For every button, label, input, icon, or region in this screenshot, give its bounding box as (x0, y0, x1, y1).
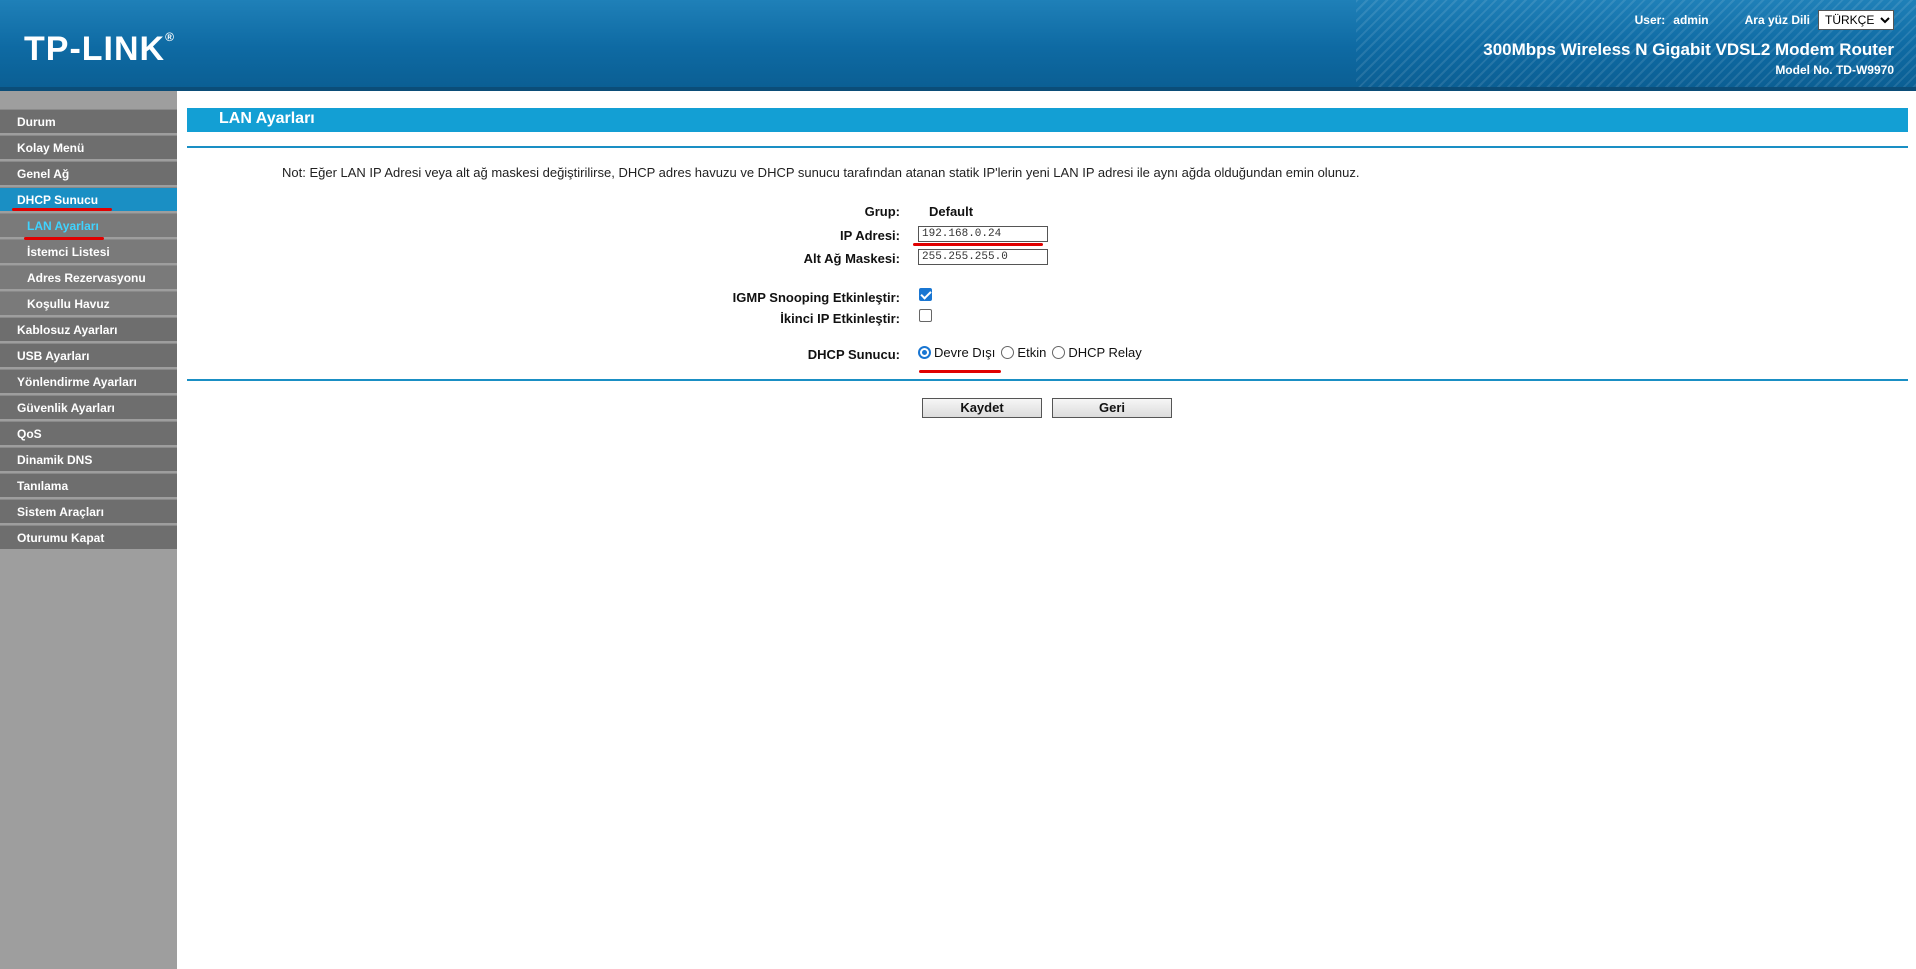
sidebar-item-oturumu-kapat[interactable]: Oturumu Kapat (0, 525, 177, 549)
sidebar-subitem-adres-rezervasyonu[interactable]: Adres Rezervasyonu (0, 265, 177, 289)
second-ip-label: İkinci IP Etkinleştir: (780, 311, 900, 326)
annotation-underline-dhcp-disabled (919, 370, 1001, 373)
dhcp-relay-label: DHCP Relay (1068, 345, 1142, 360)
sidebar-item-dinamik-dns[interactable]: Dinamik DNS (0, 447, 177, 471)
sidebar-item-kablosuz-ayarlari[interactable]: Kablosuz Ayarları (0, 317, 177, 341)
sidebar-item-tanilama[interactable]: Tanılama (0, 473, 177, 497)
second-ip-checkbox[interactable] (919, 309, 932, 322)
dhcp-server-options: Devre Dışı Etkin DHCP Relay (918, 345, 1148, 360)
back-button[interactable]: Geri (1052, 398, 1172, 418)
subnet-mask-label: Alt Ağ Maskesi: (803, 251, 900, 266)
dhcp-disabled-radio[interactable] (918, 346, 931, 359)
sidebar-item-guvenlik-ayarlari[interactable]: Güvenlik Ayarları (0, 395, 177, 419)
product-name: 300Mbps Wireless N Gigabit VDSL2 Modem R… (1483, 40, 1894, 59)
subnet-mask-input[interactable]: 255.255.255.0 (918, 249, 1048, 265)
sidebar-subitem-istemci-listesi[interactable]: İstemci Listesi (0, 239, 177, 263)
annotation-underline-lan (24, 237, 104, 240)
sidebar-item-yonlendirme-ayarlari[interactable]: Yönlendirme Ayarları (0, 369, 177, 393)
sidebar: Durum Kolay Menü Genel Ağ DHCP Sunucu LA… (0, 91, 177, 969)
annotation-underline-ip (913, 243, 1043, 246)
dhcp-enabled-label: Etkin (1017, 345, 1047, 360)
sidebar-item-sistem-araclari[interactable]: Sistem Araçları (0, 499, 177, 523)
divider-bottom (187, 379, 1908, 381)
dhcp-server-label: DHCP Sunucu: (807, 347, 900, 362)
language-select[interactable]: TÜRKÇE (1818, 10, 1894, 30)
header: TP-LINK® User: admin Ara yüz Dili TÜRKÇE… (0, 0, 1916, 91)
sidebar-subitem-kosullu-havuz[interactable]: Koşullu Havuz (0, 291, 177, 315)
note-text: Not: Eğer LAN IP Adresi veya alt ağ mask… (282, 165, 1360, 180)
dhcp-relay-radio[interactable] (1052, 346, 1066, 359)
dhcp-enabled-radio[interactable] (1001, 346, 1015, 359)
ip-address-input[interactable]: 192.168.0.24 (918, 226, 1048, 242)
igmp-snooping-checkbox[interactable] (919, 288, 932, 301)
sidebar-item-kolay-menu[interactable]: Kolay Menü (0, 135, 177, 159)
divider-top (187, 146, 1908, 148)
annotation-underline-dhcp (12, 208, 112, 211)
user-bar: User: admin Ara yüz Dili TÜRKÇE (1635, 10, 1894, 30)
ip-address-label: IP Adresi: (840, 228, 900, 243)
igmp-snooping-label: IGMP Snooping Etkinleştir: (732, 290, 900, 305)
tp-link-logo: TP-LINK® (24, 30, 175, 68)
sidebar-item-genel-ag[interactable]: Genel Ağ (0, 161, 177, 185)
sidebar-item-durum[interactable]: Durum (0, 109, 177, 133)
user-label: User: (1634, 13, 1666, 27)
group-value: Default (929, 204, 974, 219)
user-value: admin (1673, 13, 1709, 27)
save-button[interactable]: Kaydet (922, 398, 1042, 418)
sidebar-subitem-lan-ayarlari[interactable]: LAN Ayarları (0, 213, 177, 237)
sidebar-item-qos[interactable]: QoS (0, 421, 177, 445)
group-label: Grup: (864, 204, 900, 219)
page-title: LAN Ayarları (187, 108, 1908, 132)
model-number: Model No. TD-W9970 (1775, 63, 1894, 77)
language-label: Ara yüz Dili (1744, 13, 1810, 27)
sidebar-item-usb-ayarlari[interactable]: USB Ayarları (0, 343, 177, 367)
dhcp-disabled-label: Devre Dışı (934, 345, 996, 360)
